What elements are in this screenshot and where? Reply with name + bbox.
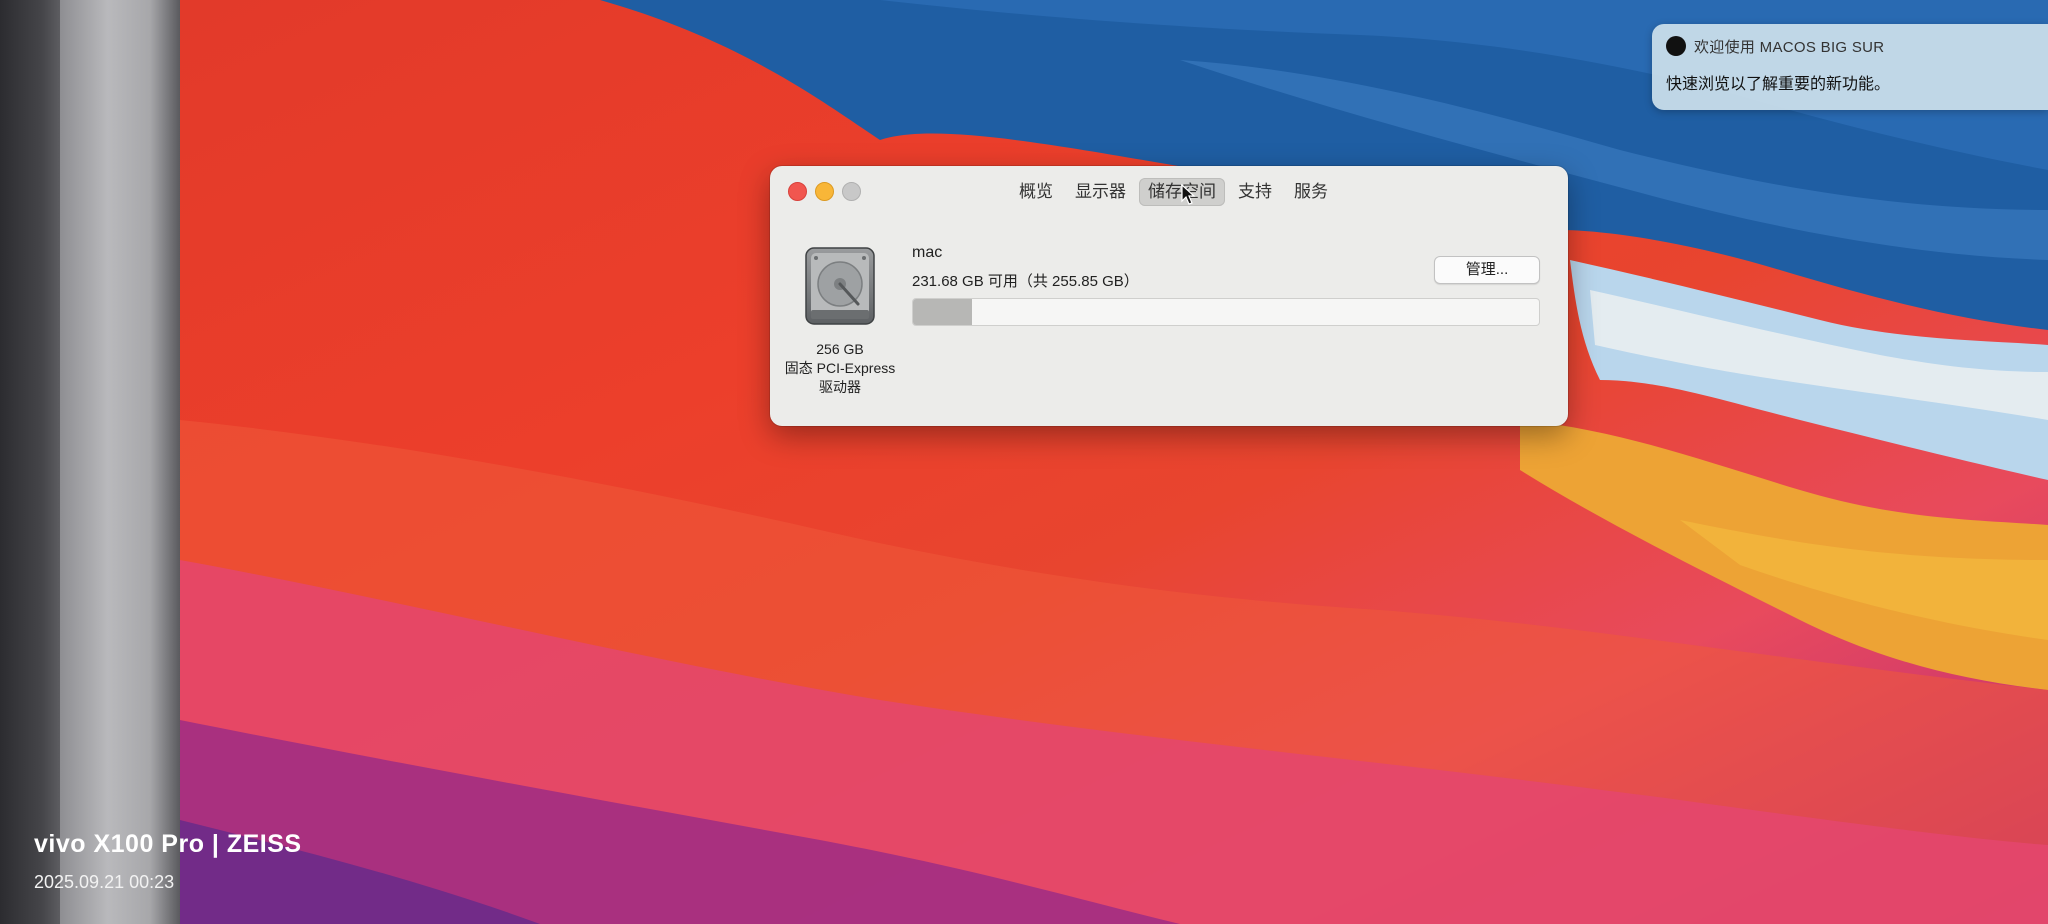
about-this-mac-window: 概览 显示器 储存空间 支持 服务 <box>770 166 1568 426</box>
hard-drive-icon <box>805 247 875 325</box>
tab-support[interactable]: 支持 <box>1229 178 1281 206</box>
tab-service[interactable]: 服务 <box>1285 178 1337 206</box>
notification-body: 快速浏览以了解重要的新功能。 <box>1666 76 1891 93</box>
mouse-pointer-icon <box>1181 184 1196 205</box>
volume-name: mac <box>912 244 943 261</box>
storage-usage-bar <box>912 298 1540 326</box>
zoom-button-disabled <box>842 182 861 201</box>
macos-app-icon <box>1666 36 1686 56</box>
window-titlebar: 概览 显示器 储存空间 支持 服务 <box>770 166 1568 218</box>
laptop-bezel <box>60 0 180 924</box>
wallpaper <box>180 0 2048 924</box>
camera-watermark-brand: vivo X100 Pro | ZEISS <box>34 830 302 858</box>
disk-kind: 驱动器 <box>819 379 861 395</box>
manage-button[interactable]: 管理... <box>1434 256 1540 284</box>
disk-type: 固态 PCI-Express <box>784 360 896 376</box>
close-button[interactable] <box>788 182 807 201</box>
storage-used-segment <box>913 299 972 325</box>
disk-info: 256 GB 固态 PCI-Express 驱动器 <box>770 340 910 397</box>
tab-bar: 概览 显示器 储存空间 支持 服务 <box>1010 178 1337 206</box>
minimize-button[interactable] <box>815 182 834 201</box>
tab-displays[interactable]: 显示器 <box>1066 178 1135 206</box>
notification[interactable]: 欢迎使用 MACOS BIG SUR 快速浏览以了解重要的新功能。 <box>1652 24 2048 110</box>
disk-capacity: 256 GB <box>816 341 864 357</box>
notification-title: 欢迎使用 MACOS BIG SUR <box>1694 39 1885 56</box>
tab-overview[interactable]: 概览 <box>1010 178 1062 206</box>
camera-watermark-date: 2025.09.21 00:23 <box>34 872 175 892</box>
volume-availability: 231.68 GB 可用（共 255.85 GB） <box>912 273 1139 290</box>
desktop: 欢迎使用 MACOS BIG SUR 快速浏览以了解重要的新功能。 概览 显示器… <box>180 0 2048 924</box>
